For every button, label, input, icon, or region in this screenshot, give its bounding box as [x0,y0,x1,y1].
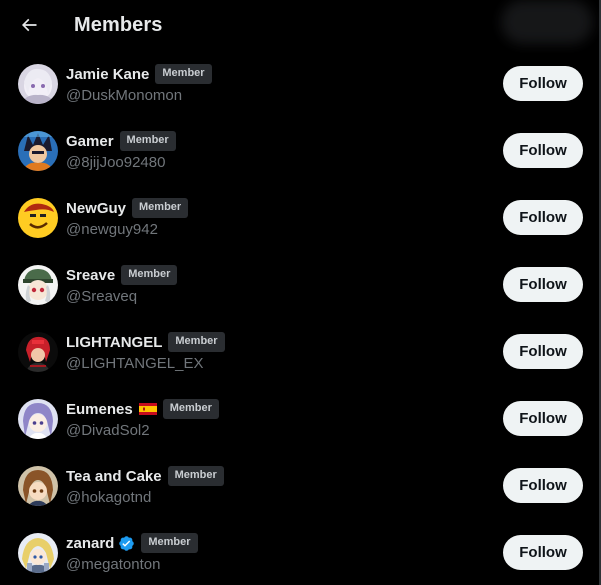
member-badge: Member [132,198,189,218]
list-item[interactable]: Gamer Member @8jijJoo92480 Follow [0,120,601,187]
list-item[interactable]: Sreave Member @Sreaveq Follow [0,254,601,321]
user-handle[interactable]: @LIGHTANGEL_EX [66,355,204,372]
avatar[interactable] [18,265,58,305]
header-bar: Members [0,0,601,53]
display-name[interactable]: Jamie Kane [66,66,149,83]
member-badge: Member [119,131,176,151]
page-title: Members [74,14,163,36]
list-item[interactable]: LIGHTANGEL Member @LIGHTANGEL_EX Follow [0,321,601,388]
follow-button[interactable]: Follow [503,334,583,369]
member-badge: Member [141,533,198,553]
follow-button[interactable]: Follow [503,66,583,101]
display-name[interactable]: Sreave [66,267,115,284]
list-item[interactable]: NewGuy Member @newguy942 Follow [0,187,601,254]
display-name[interactable]: zanard [66,535,114,552]
arrow-left-icon [21,18,37,32]
avatar[interactable] [18,198,58,238]
user-handle[interactable]: @hokagotnd [66,489,151,506]
user-handle[interactable]: @Sreaveq [66,288,137,305]
follow-button[interactable]: Follow [503,535,583,570]
user-handle[interactable]: @newguy942 [66,221,158,238]
member-badge: Member [121,265,178,285]
follow-button[interactable]: Follow [503,267,583,302]
list-item[interactable]: Jamie Kane Member @DuskMonomon Follow [0,53,601,120]
user-handle[interactable]: @megatonton [66,556,160,573]
follow-button[interactable]: Follow [503,468,583,503]
verified-badge-icon [119,535,135,551]
spain-flag-icon [138,403,157,415]
list-item[interactable]: Tea and Cake Member @hokagotnd Follow [0,455,601,522]
display-name[interactable]: Gamer [66,133,114,150]
avatar[interactable] [18,131,58,171]
member-badge: Member [155,64,212,84]
member-badge: Member [167,466,224,486]
avatar[interactable] [18,64,58,104]
members-list: Jamie Kane Member @DuskMonomon Follow Ga… [0,53,601,585]
display-name[interactable]: Tea and Cake [66,468,162,485]
avatar[interactable] [18,332,58,372]
user-handle[interactable]: @8jijJoo92480 [66,154,165,171]
display-name[interactable]: Eumenes [66,401,133,418]
member-badge: Member [168,332,225,352]
user-handle[interactable]: @DivadSol2 [66,422,150,439]
display-name[interactable]: LIGHTANGEL [66,334,162,351]
follow-button[interactable]: Follow [503,200,583,235]
list-item[interactable]: zanard Member @megatonton Follow [0,522,601,585]
blurred-header-control [501,0,593,44]
user-handle[interactable]: @DuskMonomon [66,87,182,104]
list-item[interactable]: Eumenes Member @DivadSol2 Follow [0,388,601,455]
follow-button[interactable]: Follow [503,133,583,168]
follow-button[interactable]: Follow [503,401,583,436]
back-button[interactable] [12,8,46,42]
avatar[interactable] [18,533,58,573]
member-badge: Member [162,399,219,419]
display-name[interactable]: NewGuy [66,200,126,217]
avatar[interactable] [18,399,58,439]
avatar[interactable] [18,466,58,506]
